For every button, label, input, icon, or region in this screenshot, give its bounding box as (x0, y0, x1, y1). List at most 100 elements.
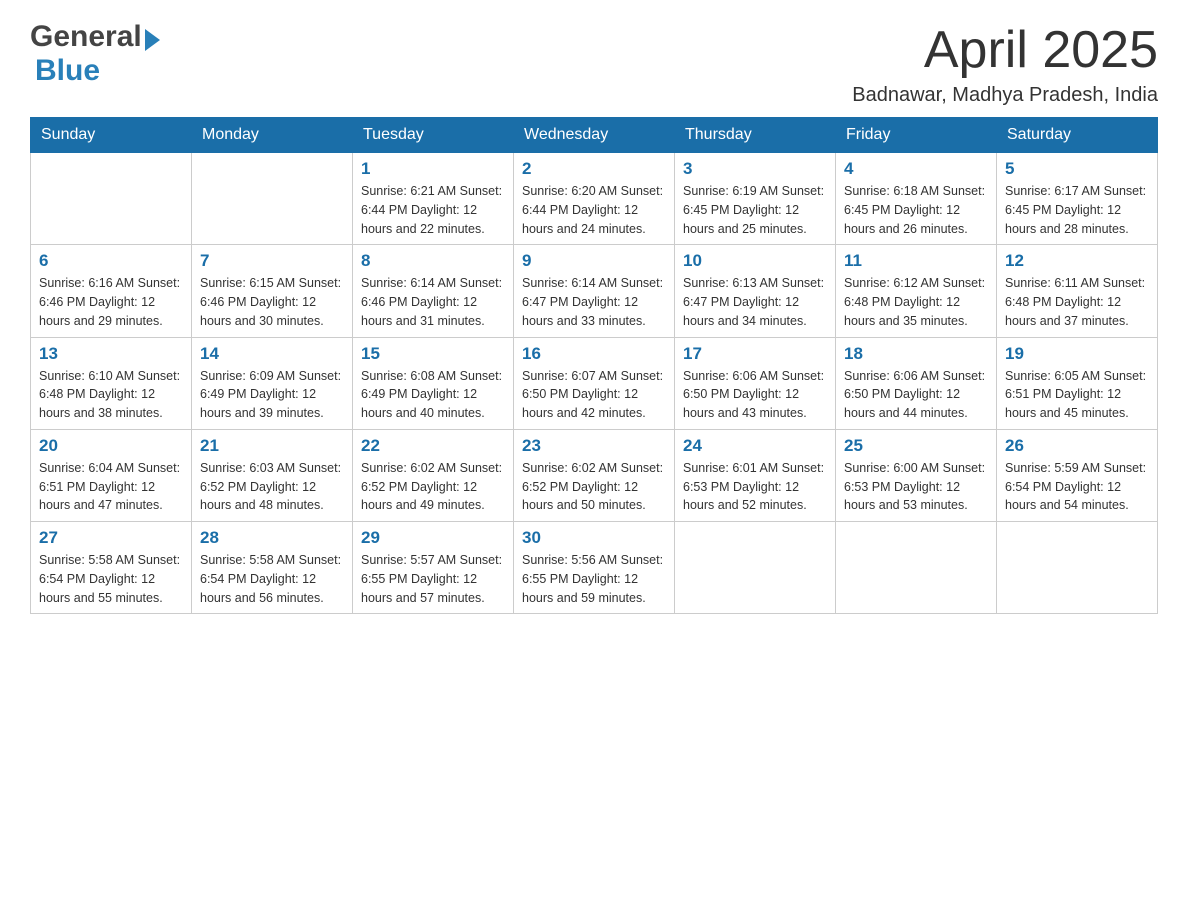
day-number: 15 (361, 344, 505, 364)
location-subtitle: Badnawar, Madhya Pradesh, India (852, 84, 1158, 107)
day-info: Sunrise: 6:18 AM Sunset: 6:45 PM Dayligh… (844, 182, 988, 238)
day-info: Sunrise: 5:58 AM Sunset: 6:54 PM Dayligh… (200, 551, 344, 607)
calendar-cell: 20 Sunrise: 6:04 AM Sunset: 6:51 PM Dayli… (31, 429, 192, 521)
calendar-cell: 12 Sunrise: 6:11 AM Sunset: 6:48 PM Dayli… (997, 245, 1158, 337)
calendar-week-2: 13 Sunrise: 6:10 AM Sunset: 6:48 PM Dayli… (31, 337, 1158, 429)
weekday-header-monday: Monday (192, 118, 353, 153)
calendar-cell: 6 Sunrise: 6:16 AM Sunset: 6:46 PM Daylig… (31, 245, 192, 337)
day-info: Sunrise: 5:57 AM Sunset: 6:55 PM Dayligh… (361, 551, 505, 607)
calendar-cell: 28 Sunrise: 5:58 AM Sunset: 6:54 PM Dayli… (192, 522, 353, 614)
calendar-cell: 10Sunrise: 6:13 AM Sunset: 6:47 PM Dayli… (675, 245, 836, 337)
day-info: Sunrise: 6:08 AM Sunset: 6:49 PM Dayligh… (361, 367, 505, 423)
day-number: 3 (683, 159, 827, 179)
calendar-cell: 23 Sunrise: 6:02 AM Sunset: 6:52 PM Dayli… (514, 429, 675, 521)
weekday-header-tuesday: Tuesday (353, 118, 514, 153)
day-info: Sunrise: 6:14 AM Sunset: 6:47 PM Dayligh… (522, 274, 666, 330)
calendar-cell: 19 Sunrise: 6:05 AM Sunset: 6:51 PM Dayli… (997, 337, 1158, 429)
day-number: 13 (39, 344, 183, 364)
day-number: 21 (200, 436, 344, 456)
calendar-cell: 7Sunrise: 6:15 AM Sunset: 6:46 PM Daylig… (192, 245, 353, 337)
day-info: Sunrise: 5:59 AM Sunset: 6:54 PM Dayligh… (1005, 459, 1149, 515)
calendar-cell: 17 Sunrise: 6:06 AM Sunset: 6:50 PM Dayli… (675, 337, 836, 429)
calendar-cell: 26 Sunrise: 5:59 AM Sunset: 6:54 PM Dayli… (997, 429, 1158, 521)
calendar-week-3: 20 Sunrise: 6:04 AM Sunset: 6:51 PM Dayli… (31, 429, 1158, 521)
day-info: Sunrise: 6:07 AM Sunset: 6:50 PM Dayligh… (522, 367, 666, 423)
calendar-cell (675, 522, 836, 614)
calendar-cell: 16 Sunrise: 6:07 AM Sunset: 6:50 PM Dayli… (514, 337, 675, 429)
day-number: 4 (844, 159, 988, 179)
day-number: 8 (361, 251, 505, 271)
day-info: Sunrise: 6:12 AM Sunset: 6:48 PM Dayligh… (844, 274, 988, 330)
day-number: 22 (361, 436, 505, 456)
calendar-week-1: 6 Sunrise: 6:16 AM Sunset: 6:46 PM Daylig… (31, 245, 1158, 337)
calendar-cell: 15 Sunrise: 6:08 AM Sunset: 6:49 PM Dayli… (353, 337, 514, 429)
calendar-cell: 29 Sunrise: 5:57 AM Sunset: 6:55 PM Dayli… (353, 522, 514, 614)
day-info: Sunrise: 6:06 AM Sunset: 6:50 PM Dayligh… (683, 367, 827, 423)
weekday-header-sunday: Sunday (31, 118, 192, 153)
calendar-header: SundayMondayTuesdayWednesdayThursdayFrid… (31, 118, 1158, 153)
day-info: Sunrise: 6:06 AM Sunset: 6:50 PM Dayligh… (844, 367, 988, 423)
calendar-cell: 30 Sunrise: 5:56 AM Sunset: 6:55 PM Dayli… (514, 522, 675, 614)
day-number: 29 (361, 528, 505, 548)
day-number: 30 (522, 528, 666, 548)
calendar-cell: 3Sunrise: 6:19 AM Sunset: 6:45 PM Daylig… (675, 153, 836, 245)
day-number: 1 (361, 159, 505, 179)
day-info: Sunrise: 6:09 AM Sunset: 6:49 PM Dayligh… (200, 367, 344, 423)
day-number: 5 (1005, 159, 1149, 179)
day-info: Sunrise: 6:21 AM Sunset: 6:44 PM Dayligh… (361, 182, 505, 238)
day-number: 11 (844, 251, 988, 271)
calendar-cell: 2 Sunrise: 6:20 AM Sunset: 6:44 PM Daylig… (514, 153, 675, 245)
day-number: 12 (1005, 251, 1149, 271)
day-number: 18 (844, 344, 988, 364)
day-info: Sunrise: 6:04 AM Sunset: 6:51 PM Dayligh… (39, 459, 183, 515)
day-info: Sunrise: 6:13 AM Sunset: 6:47 PM Dayligh… (683, 274, 827, 330)
calendar-cell: 13 Sunrise: 6:10 AM Sunset: 6:48 PM Dayli… (31, 337, 192, 429)
day-number: 20 (39, 436, 183, 456)
title-section: April 2025 Badnawar, Madhya Pradesh, Ind… (852, 20, 1158, 107)
day-number: 26 (1005, 436, 1149, 456)
logo-arrow-icon (145, 29, 160, 51)
day-info: Sunrise: 6:11 AM Sunset: 6:48 PM Dayligh… (1005, 274, 1149, 330)
day-info: Sunrise: 6:03 AM Sunset: 6:52 PM Dayligh… (200, 459, 344, 515)
logo: General Blue (30, 20, 163, 88)
day-number: 28 (200, 528, 344, 548)
day-number: 2 (522, 159, 666, 179)
day-info: Sunrise: 6:16 AM Sunset: 6:46 PM Dayligh… (39, 274, 183, 330)
day-number: 25 (844, 436, 988, 456)
day-number: 16 (522, 344, 666, 364)
day-number: 24 (683, 436, 827, 456)
day-info: Sunrise: 6:15 AM Sunset: 6:46 PM Dayligh… (200, 274, 344, 330)
day-number: 17 (683, 344, 827, 364)
day-number: 14 (200, 344, 344, 364)
calendar-cell (192, 153, 353, 245)
calendar-cell: 9 Sunrise: 6:14 AM Sunset: 6:47 PM Daylig… (514, 245, 675, 337)
day-info: Sunrise: 6:02 AM Sunset: 6:52 PM Dayligh… (522, 459, 666, 515)
page-header: General Blue April 2025 Badnawar, Madhya… (30, 20, 1158, 107)
calendar-cell (31, 153, 192, 245)
day-number: 6 (39, 251, 183, 271)
day-number: 9 (522, 251, 666, 271)
calendar-cell: 24Sunrise: 6:01 AM Sunset: 6:53 PM Dayli… (675, 429, 836, 521)
day-info: Sunrise: 6:10 AM Sunset: 6:48 PM Dayligh… (39, 367, 183, 423)
weekday-header-saturday: Saturday (997, 118, 1158, 153)
weekday-header-friday: Friday (836, 118, 997, 153)
day-number: 19 (1005, 344, 1149, 364)
day-info: Sunrise: 6:17 AM Sunset: 6:45 PM Dayligh… (1005, 182, 1149, 238)
calendar-cell (997, 522, 1158, 614)
day-info: Sunrise: 6:02 AM Sunset: 6:52 PM Dayligh… (361, 459, 505, 515)
day-number: 23 (522, 436, 666, 456)
calendar-cell: 4 Sunrise: 6:18 AM Sunset: 6:45 PM Daylig… (836, 153, 997, 245)
logo-general-text: General (30, 20, 142, 54)
day-number: 27 (39, 528, 183, 548)
calendar-cell: 27Sunrise: 5:58 AM Sunset: 6:54 PM Dayli… (31, 522, 192, 614)
day-info: Sunrise: 6:05 AM Sunset: 6:51 PM Dayligh… (1005, 367, 1149, 423)
calendar-week-4: 27 Sunrise: 5:58 AM Sunset: 6:54 PM Dayli… (31, 522, 1158, 614)
month-title: April 2025 (852, 20, 1158, 80)
calendar-cell: 22 Sunrise: 6:02 AM Sunset: 6:52 PM Dayli… (353, 429, 514, 521)
day-info: Sunrise: 6:14 AM Sunset: 6:46 PM Dayligh… (361, 274, 505, 330)
day-info: Sunrise: 5:56 AM Sunset: 6:55 PM Dayligh… (522, 551, 666, 607)
calendar-cell: 18 Sunrise: 6:06 AM Sunset: 6:50 PM Dayli… (836, 337, 997, 429)
calendar-table: SundayMondayTuesdayWednesdayThursdayFrid… (30, 117, 1158, 614)
calendar-cell: 25Sunrise: 6:00 AM Sunset: 6:53 PM Dayli… (836, 429, 997, 521)
day-info: Sunrise: 6:20 AM Sunset: 6:44 PM Dayligh… (522, 182, 666, 238)
